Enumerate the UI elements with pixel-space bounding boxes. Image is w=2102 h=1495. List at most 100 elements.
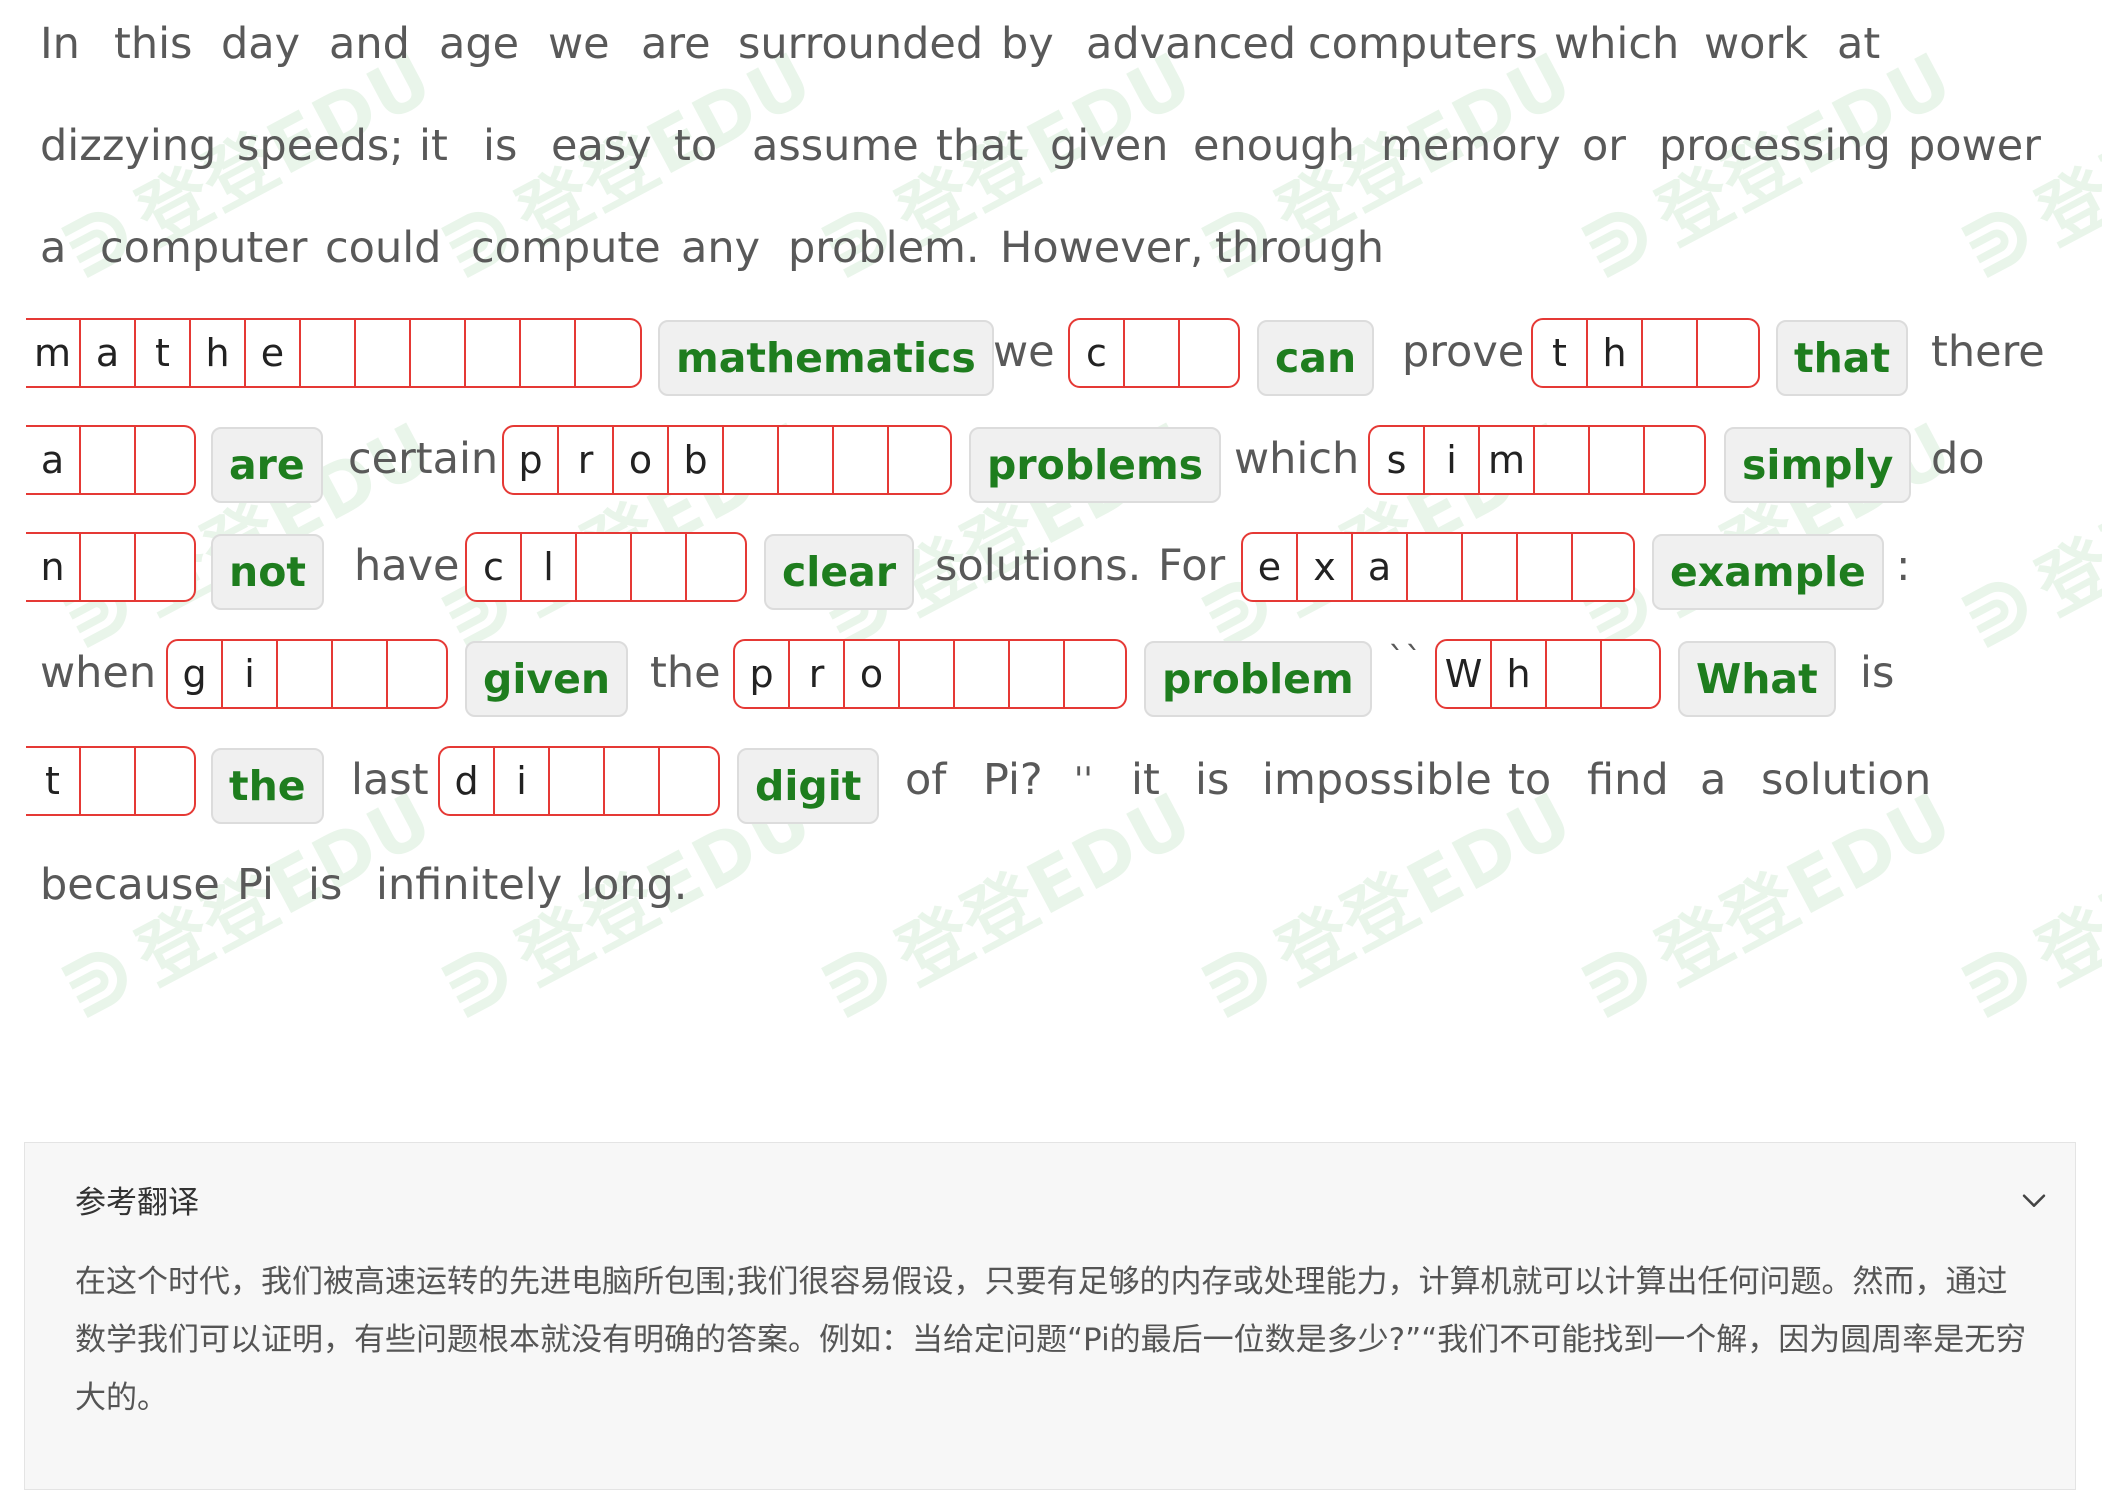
letter-cell[interactable] — [356, 320, 411, 386]
letter-cell[interactable] — [576, 320, 631, 386]
letter-cell[interactable]: h — [1588, 320, 1643, 386]
passage-word: to — [674, 121, 718, 171]
letter-cell[interactable]: m — [1480, 427, 1535, 493]
passage-word: to — [1508, 755, 1552, 805]
passage-word: solution — [1761, 755, 1932, 805]
letter-cell[interactable]: e — [246, 320, 301, 386]
letter-blank[interactable]: a — [26, 425, 196, 495]
letter-cell[interactable] — [81, 534, 136, 600]
letter-cell[interactable] — [81, 427, 136, 493]
letter-cell[interactable] — [388, 641, 443, 707]
letter-cell[interactable] — [1573, 534, 1628, 600]
letter-cell[interactable] — [550, 748, 605, 814]
letter-cell[interactable]: r — [559, 427, 614, 493]
letter-cell[interactable]: d — [440, 748, 495, 814]
letter-cell[interactable]: g — [168, 641, 223, 707]
letter-cell[interactable] — [466, 320, 521, 386]
letter-cell[interactable] — [333, 641, 388, 707]
letter-blank[interactable]: d i — [438, 746, 720, 816]
letter-cell[interactable]: i — [223, 641, 278, 707]
letter-cell[interactable]: a — [26, 427, 81, 493]
letter-blank[interactable]: n — [26, 532, 196, 602]
letter-blank[interactable]: t — [26, 746, 196, 816]
passage-word: memory — [1381, 121, 1561, 171]
letter-cell[interactable]: e — [1243, 534, 1298, 600]
letter-cell[interactable] — [1518, 534, 1573, 600]
letter-cell[interactable] — [1125, 320, 1180, 386]
letter-cell[interactable]: i — [1425, 427, 1480, 493]
letter-cell[interactable]: t — [136, 320, 191, 386]
letter-blank[interactable]: m a t h e — [26, 318, 642, 388]
letter-cell[interactable] — [81, 748, 136, 814]
answer-chip: example — [1652, 534, 1884, 610]
letter-cell[interactable]: l — [522, 534, 577, 600]
letter-cell[interactable] — [136, 748, 191, 814]
letter-cell[interactable] — [724, 427, 779, 493]
letter-blank[interactable]: t h — [1531, 318, 1760, 388]
letter-blank[interactable]: p r o b — [502, 425, 952, 495]
letter-cell[interactable] — [632, 534, 687, 600]
letter-cell[interactable] — [136, 534, 191, 600]
letter-cell[interactable] — [1645, 427, 1700, 493]
passage-word: this — [114, 19, 193, 69]
letter-cell[interactable]: n — [26, 534, 81, 600]
letter-cell[interactable] — [1698, 320, 1753, 386]
letter-cell[interactable]: a — [1353, 534, 1408, 600]
letter-cell[interactable] — [411, 320, 466, 386]
letter-cell[interactable]: x — [1298, 534, 1353, 600]
translation-panel: 参考翻译 在这个时代，我们被高速运转的先进电脑所包围;我们很容易假设，只要有足够… — [24, 1142, 2076, 1490]
letter-blank[interactable]: s i m — [1368, 425, 1706, 495]
letter-cell[interactable] — [577, 534, 632, 600]
letter-cell[interactable] — [301, 320, 356, 386]
letter-blank[interactable]: c l — [465, 532, 747, 602]
passage-word: a — [1700, 755, 1727, 805]
letter-cell[interactable] — [1602, 641, 1657, 707]
letter-cell[interactable]: t — [26, 748, 81, 814]
passage-line: when g i given the p r o problem `` W h … — [0, 623, 2102, 723]
letter-cell[interactable]: a — [81, 320, 136, 386]
letter-cell[interactable] — [1463, 534, 1518, 600]
passage-word: it — [419, 121, 448, 171]
letter-cell[interactable]: W — [1437, 641, 1492, 707]
letter-cell[interactable] — [1010, 641, 1065, 707]
letter-cell[interactable] — [521, 320, 576, 386]
letter-cell[interactable]: c — [467, 534, 522, 600]
letter-blank[interactable]: W h — [1435, 639, 1661, 709]
letter-cell[interactable]: h — [191, 320, 246, 386]
letter-cell[interactable]: t — [1533, 320, 1588, 386]
letter-cell[interactable] — [834, 427, 889, 493]
letter-cell[interactable] — [1590, 427, 1645, 493]
letter-cell[interactable] — [1547, 641, 1602, 707]
letter-cell[interactable]: c — [1070, 320, 1125, 386]
letter-blank[interactable]: p r o — [733, 639, 1127, 709]
letter-cell[interactable] — [889, 427, 944, 493]
letter-cell[interactable]: h — [1492, 641, 1547, 707]
letter-cell[interactable]: s — [1370, 427, 1425, 493]
letter-blank[interactable]: g i — [166, 639, 448, 709]
letter-cell[interactable] — [660, 748, 715, 814]
letter-cell[interactable]: p — [504, 427, 559, 493]
letter-cell[interactable] — [136, 427, 191, 493]
letter-cell[interactable] — [1408, 534, 1463, 600]
letter-cell[interactable] — [687, 534, 742, 600]
letter-cell[interactable] — [1065, 641, 1120, 707]
letter-cell[interactable]: i — [495, 748, 550, 814]
letter-cell[interactable]: o — [845, 641, 900, 707]
chevron-down-icon[interactable] — [2017, 1183, 2051, 1217]
letter-cell[interactable]: r — [790, 641, 845, 707]
letter-cell[interactable]: m — [26, 320, 81, 386]
letter-cell[interactable] — [955, 641, 1010, 707]
letter-cell[interactable] — [278, 641, 333, 707]
letter-cell[interactable] — [605, 748, 660, 814]
letter-cell[interactable] — [1535, 427, 1590, 493]
letter-cell[interactable] — [1180, 320, 1235, 386]
letter-cell[interactable]: b — [669, 427, 724, 493]
letter-cell[interactable] — [1643, 320, 1698, 386]
letter-cell[interactable]: p — [735, 641, 790, 707]
letter-cell[interactable] — [900, 641, 955, 707]
letter-blank[interactable]: e x a — [1241, 532, 1635, 602]
letter-cell[interactable] — [779, 427, 834, 493]
letter-blank[interactable]: c — [1068, 318, 1240, 388]
passage-word: compute — [471, 223, 661, 273]
letter-cell[interactable]: o — [614, 427, 669, 493]
